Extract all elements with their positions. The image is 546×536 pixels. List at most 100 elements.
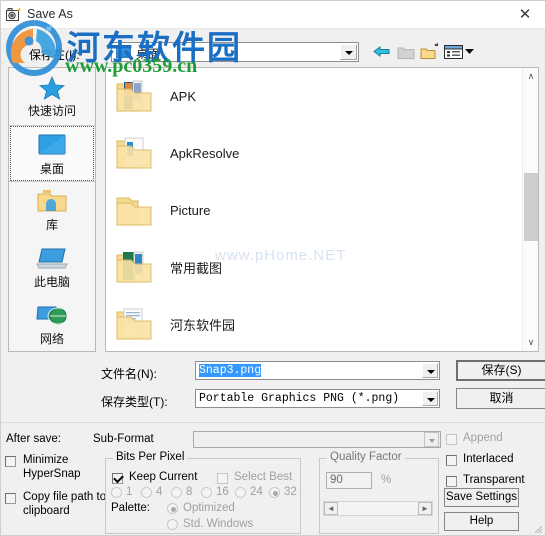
quality-factor-value: 90 — [330, 474, 343, 486]
keep-current-checkbox[interactable] — [112, 473, 123, 484]
scrollbar-thumb[interactable] — [524, 173, 538, 241]
minimize-hypersnap-label-line2: HyperSnap — [23, 468, 81, 480]
list-item[interactable]: Picture — [106, 182, 538, 239]
sidebar-item-network[interactable]: 网络 — [9, 296, 95, 353]
copy-file-path-checkbox[interactable] — [5, 493, 16, 504]
append-label: Append — [463, 432, 503, 444]
copy-file-path-label-line1: Copy file path to — [23, 491, 107, 503]
bpp-radio-4[interactable] — [141, 487, 152, 498]
select-best-label: Select Best — [234, 471, 293, 483]
network-icon — [9, 300, 95, 332]
bpp-radio-8[interactable] — [171, 487, 182, 498]
chevron-down-icon[interactable] — [422, 391, 438, 406]
chevron-down-icon[interactable] — [340, 44, 357, 60]
sidebar-item-this-pc[interactable]: 此电脑 — [9, 239, 95, 296]
filename-label: 文件名(N): — [101, 367, 157, 381]
places-bar: 快速访问 桌面 库 此电脑 网络 — [8, 67, 96, 352]
palette-radio-optimized[interactable] — [167, 503, 178, 514]
keep-current-label: Keep Current — [129, 471, 198, 483]
transparent-label: Transparent — [463, 474, 525, 486]
scroll-down-icon[interactable]: ∨ — [523, 334, 538, 351]
file-name: APK — [170, 89, 197, 104]
copy-file-path-label-line2: clipboard — [23, 505, 70, 517]
views-button[interactable] — [443, 41, 477, 62]
bits-per-pixel-title: Bits Per Pixel — [113, 451, 188, 463]
back-button[interactable] — [371, 41, 393, 62]
append-checkbox[interactable] — [446, 434, 457, 445]
file-name: 河东软件园 — [170, 318, 236, 333]
list-item[interactable]: 河东软件园 — [106, 296, 538, 351]
sidebar-item-label: 网络 — [39, 332, 64, 346]
scroll-up-icon[interactable]: ∧ — [523, 68, 538, 85]
cancel-button[interactable]: 取消 — [456, 388, 545, 409]
desktop-icon — [9, 130, 95, 162]
bpp-radio-24[interactable] — [235, 487, 246, 498]
up-folder-button[interactable] — [395, 41, 417, 62]
palette-radio-std-windows[interactable] — [167, 519, 178, 530]
faint-watermark: www.pHome.NET — [215, 247, 347, 264]
bpp-radio-1[interactable] — [111, 487, 122, 498]
palette-label-optimized: Optimized — [183, 502, 235, 514]
bpp-radio-16[interactable] — [201, 487, 212, 498]
filetype-value: Portable Graphics PNG (*.png) — [199, 392, 400, 405]
palette-label: Palette: — [111, 502, 150, 514]
sidebar-item-label: 桌面 — [39, 162, 64, 176]
site-url-watermark: www.pc0359.cn — [65, 55, 198, 77]
folder-doc-icon — [112, 134, 156, 174]
chevron-down-icon[interactable] — [424, 432, 439, 447]
sub-format-label: Sub-Format — [93, 433, 154, 445]
quality-factor-input[interactable]: 90 — [326, 472, 372, 489]
save-button[interactable]: 保存(S) — [456, 360, 545, 381]
interlaced-label: Interlaced — [463, 453, 514, 465]
bpp-label-8: 8 — [186, 486, 193, 498]
save-settings-button[interactable]: Save Settings — [444, 488, 519, 507]
sub-format-combobox[interactable] — [193, 431, 441, 448]
minimize-hypersnap-label-line1: Minimize — [23, 454, 69, 466]
filename-value: Snap3.png — [199, 364, 262, 377]
folder-plain-icon — [112, 191, 156, 231]
bpp-label-4: 4 — [156, 486, 163, 498]
site-logo-watermark — [3, 19, 65, 77]
quality-factor-title: Quality Factor — [327, 451, 405, 463]
help-button[interactable]: Help — [444, 512, 519, 531]
chevron-down-icon[interactable] — [422, 363, 438, 378]
filetype-label: 保存类型(T): — [101, 395, 168, 409]
bpp-label-1: 1 — [126, 486, 133, 498]
minimize-hypersnap-checkbox[interactable] — [5, 456, 16, 467]
vertical-scrollbar[interactable]: ∧ ∨ — [522, 68, 538, 351]
after-save-label: After save: — [6, 433, 61, 445]
bpp-label-16: 16 — [216, 486, 229, 498]
sidebar-item-label: 此电脑 — [33, 275, 70, 289]
list-item[interactable]: ApkResolve — [106, 125, 538, 182]
filename-input[interactable]: Snap3.png — [195, 361, 440, 380]
sidebar-item-label: 快速访问 — [27, 104, 76, 118]
sidebar-item-desktop[interactable]: 桌面 — [9, 125, 95, 182]
save-as-dialog: Save As ✕ 保存在(I): 桌面 — [0, 0, 546, 536]
bpp-label-32: 32 — [284, 486, 297, 498]
folder-apk-icon — [112, 77, 156, 117]
sidebar-item-label: 库 — [45, 218, 58, 232]
resize-grip-icon[interactable] — [531, 522, 543, 534]
folder-windows-icon — [112, 248, 156, 288]
library-folder-icon — [9, 186, 95, 218]
sidebar-item-libraries[interactable]: 库 — [9, 182, 95, 239]
folder-docs-icon — [112, 305, 156, 345]
new-folder-button[interactable] — [419, 41, 441, 62]
close-icon[interactable]: ✕ — [511, 4, 539, 26]
quality-factor-slider[interactable]: ◄ ► — [323, 501, 433, 516]
file-name: ApkResolve — [170, 146, 240, 161]
file-list[interactable]: APK ApkResolve Picture 常用截图 河东软件园 ∧ ∨ — [105, 67, 539, 352]
bpp-radio-32[interactable] — [269, 487, 280, 498]
file-name: Picture — [170, 203, 211, 218]
transparent-checkbox[interactable] — [446, 476, 457, 487]
percent-label: % — [381, 474, 392, 486]
scroll-right-icon[interactable]: ► — [418, 502, 432, 515]
filetype-combobox[interactable]: Portable Graphics PNG (*.png) — [195, 389, 440, 408]
this-pc-icon — [9, 243, 95, 275]
bpp-label-24: 24 — [250, 486, 263, 498]
interlaced-checkbox[interactable] — [446, 455, 457, 466]
quality-factor-group: Quality Factor — [319, 451, 439, 534]
scroll-left-icon[interactable]: ◄ — [324, 502, 338, 515]
palette-label-std-windows: Std. Windows — [183, 518, 254, 530]
select-best-checkbox[interactable] — [217, 473, 228, 484]
